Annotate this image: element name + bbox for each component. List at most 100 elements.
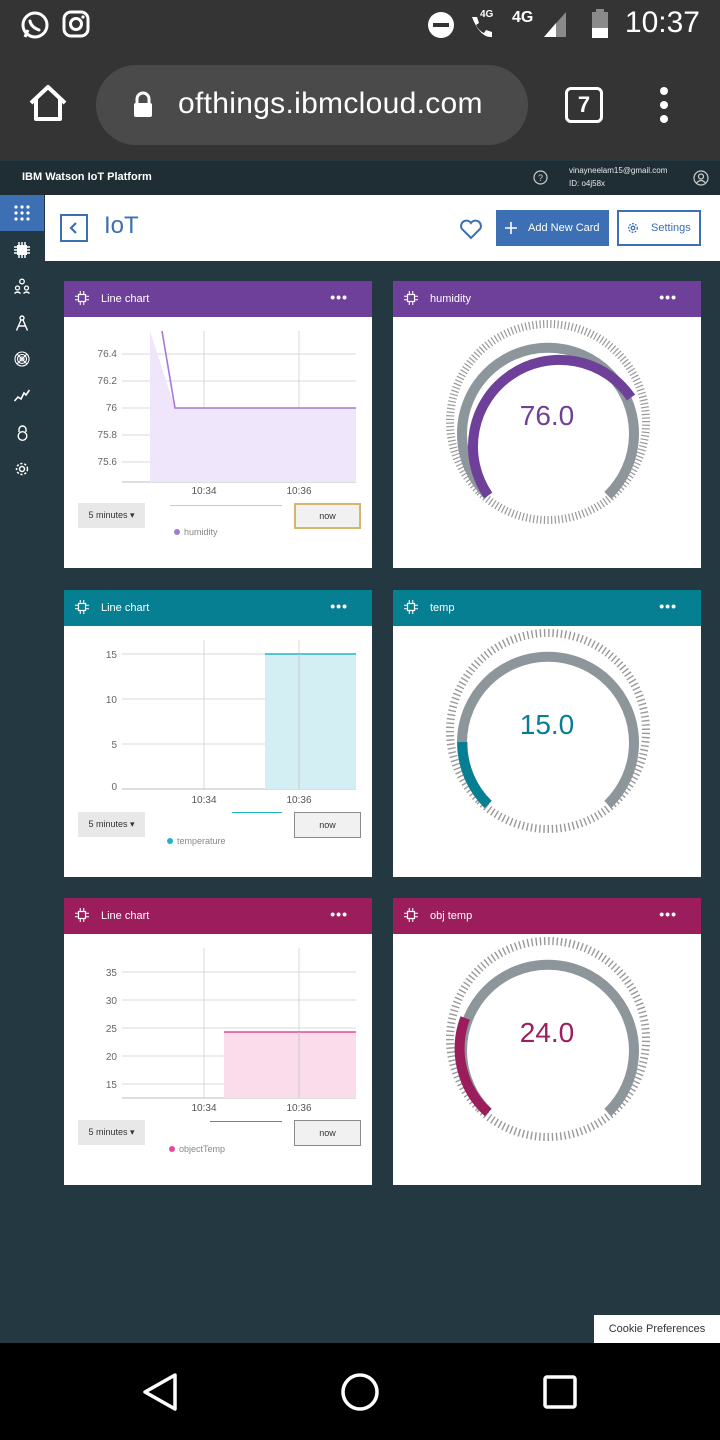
time-range-select[interactable]: 5 minutes ▾ (78, 503, 145, 528)
card-menu-button[interactable]: ••• (659, 289, 677, 305)
legend-item[interactable]: objectTemp (169, 1144, 225, 1154)
nav-settings[interactable] (0, 451, 44, 487)
plus-icon (505, 222, 517, 234)
card-gauge-obj-temp: obj temp ••• 24.0 (393, 898, 701, 1185)
chip-icon (75, 600, 89, 614)
browser-toolbar: ofthings.ibmcloud.com 7 (0, 50, 720, 160)
back-triangle-icon[interactable] (141, 1372, 179, 1412)
range-slider[interactable] (170, 505, 282, 506)
y-tick: 5 (111, 740, 117, 751)
card-header: humidity ••• (393, 281, 701, 317)
x-tick: 10:36 (286, 795, 311, 806)
settings-button[interactable]: Settings (617, 210, 701, 246)
tab-switcher-button[interactable]: 7 (565, 87, 603, 123)
gauge-value: 24.0 (519, 1017, 575, 1048)
card-title: humidity (430, 293, 471, 305)
url-text: ofthings.ibmcloud.com (178, 87, 483, 120)
gauge-value: 15.0 (519, 709, 575, 740)
page-title: IoT (104, 212, 139, 239)
gauge-value: 76.0 (519, 400, 575, 431)
instagram-icon (62, 10, 90, 38)
time-range-select[interactable]: 5 minutes ▾ (78, 1120, 145, 1145)
home-icon[interactable] (28, 84, 68, 122)
overflow-menu-icon[interactable] (656, 86, 672, 124)
card-gauge-humidity: humidity ••• 76.0 (393, 281, 701, 568)
fingerprint-icon (14, 351, 30, 367)
card-title: obj temp (430, 910, 473, 922)
x-axis-labels: 10:34 10:36 (191, 1103, 311, 1114)
gear-icon (15, 462, 29, 476)
legend-label: temperature (177, 836, 226, 846)
nav-rules[interactable] (0, 341, 44, 377)
recents-square-icon[interactable] (543, 1375, 577, 1409)
favorite-heart-icon[interactable] (459, 219, 483, 240)
now-button[interactable]: now (294, 1120, 361, 1146)
card-menu-button[interactable]: ••• (330, 906, 348, 922)
account-icon[interactable] (693, 170, 709, 186)
now-button[interactable]: now (294, 812, 361, 838)
nav-members[interactable] (0, 268, 44, 304)
legend-item[interactable]: humidity (174, 527, 218, 537)
card-menu-button[interactable]: ••• (659, 598, 677, 614)
nav-apps[interactable] (0, 305, 44, 341)
y-tick: 76.2 (98, 376, 118, 387)
chip-icon (75, 908, 89, 922)
card-title: Line chart (101, 602, 150, 614)
y-tick: 30 (106, 996, 118, 1007)
range-slider[interactable] (210, 1121, 282, 1122)
clock: 10:37 (624, 6, 700, 39)
line-chart-temperature: 15 10 5 0 (106, 640, 356, 793)
card-body: 15 10 5 0 10:34 10:36 5 minutes ▾ now te… (64, 626, 372, 877)
home-circle-icon[interactable] (340, 1372, 380, 1412)
nav-boards[interactable] (0, 195, 44, 231)
chip-icon (404, 600, 418, 614)
nav-security[interactable] (0, 415, 44, 451)
gauge-obj-temp (446, 937, 650, 1141)
nav-usage[interactable] (0, 378, 44, 414)
card-menu-button[interactable]: ••• (330, 289, 348, 305)
y-tick: 15 (106, 650, 118, 661)
members-icon (14, 278, 30, 294)
chip-icon (14, 242, 30, 258)
card-title: Line chart (101, 910, 150, 922)
chip-icon (404, 291, 418, 305)
now-button[interactable]: now (294, 503, 361, 529)
y-tick: 76.4 (98, 349, 118, 360)
card-menu-button[interactable]: ••• (659, 906, 677, 922)
x-tick: 10:34 (191, 795, 216, 806)
user-info[interactable]: vinayneelam15@gmail.com ID: o4j58x (569, 164, 667, 190)
card-menu-button[interactable]: ••• (330, 598, 348, 614)
legend-item[interactable]: temperature (167, 836, 226, 846)
time-range-select[interactable]: 5 minutes ▾ (78, 812, 145, 837)
range-slider[interactable] (232, 812, 282, 813)
network-label: 4G (480, 9, 494, 20)
y-tick: 20 (106, 1052, 118, 1063)
card-body: 76.4 76.2 76 75.8 75.6 10:34 10:36 5 min… (64, 317, 372, 568)
card-header: Line chart ••• (64, 590, 372, 626)
card-gauge-temp: temp ••• 15.0 (393, 590, 701, 877)
activity-icon (14, 389, 30, 402)
x-tick: 10:34 (191, 1103, 216, 1114)
platform-header: IBM Watson IoT Platform ? vinayneelam15@… (0, 161, 720, 195)
grid-icon (14, 205, 30, 221)
cookie-preferences-button[interactable]: Cookie Preferences (594, 1315, 720, 1343)
card-title: Line chart (101, 293, 150, 305)
compass-icon (15, 315, 29, 331)
add-new-card-button[interactable]: Add New Card (496, 210, 609, 246)
card-title: temp (430, 602, 455, 614)
help-icon[interactable]: ? (533, 170, 548, 185)
y-tick: 15 (106, 1080, 118, 1091)
y-tick: 10 (106, 695, 118, 706)
nav-devices[interactable] (0, 232, 44, 268)
card-body: 15.0 (393, 626, 701, 877)
y-tick: 75.6 (98, 457, 118, 468)
whatsapp-icon (21, 11, 49, 39)
page-header: IoT Add New Card Settings (45, 195, 720, 261)
settings-label: Settings (651, 222, 691, 234)
address-bar[interactable]: ofthings.ibmcloud.com (96, 65, 528, 145)
card-line-chart-temperature: Line chart ••• 15 10 5 0 10:34 10:36 5 m… (64, 590, 372, 877)
back-button[interactable] (60, 214, 88, 242)
chip-icon (404, 908, 418, 922)
card-line-chart-objecttemp: Line chart ••• 35 30 25 20 15 10:34 10:3… (64, 898, 372, 1185)
y-tick: 25 (106, 1024, 118, 1035)
